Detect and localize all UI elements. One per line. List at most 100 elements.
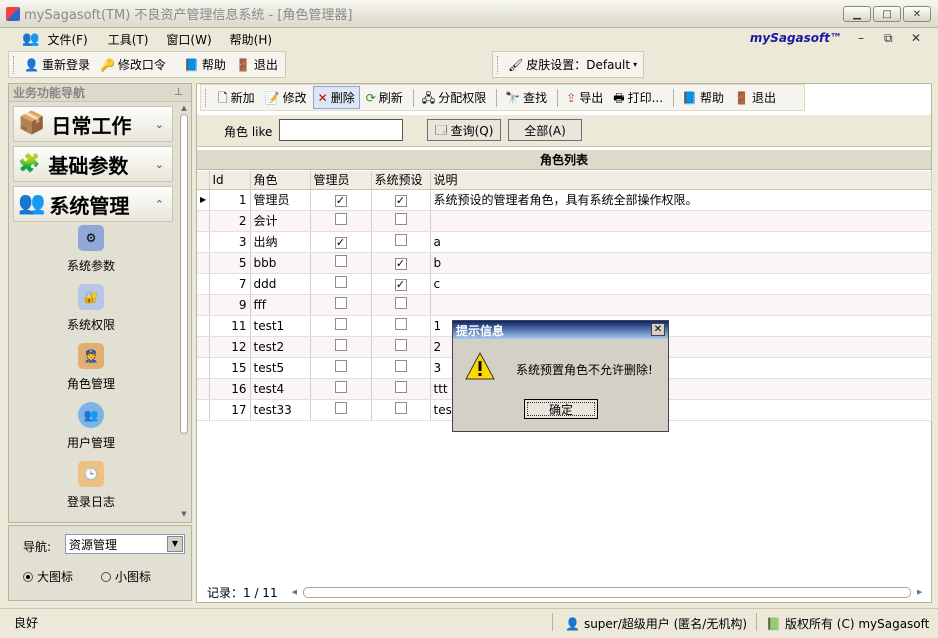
sidebar-item-role-manage[interactable]: 👮 角色管理 <box>9 335 173 394</box>
row-selector[interactable] <box>197 252 210 274</box>
cell-desc[interactable] <box>430 294 932 316</box>
cell-id[interactable]: 17 <box>209 399 251 421</box>
checkbox-unchecked-icon[interactable] <box>394 318 407 330</box>
menu-window[interactable]: 窗口(W) <box>166 31 211 48</box>
scroll-right-icon[interactable]: ▶ <box>917 588 922 596</box>
radio-small-icons[interactable]: 小图标 <box>101 568 151 585</box>
cell-id[interactable]: 12 <box>209 336 251 358</box>
cell-preset[interactable] <box>371 357 431 379</box>
table-row[interactable]: ▶ 1 管理员 ✓ ✓ 系统预设的管理者角色，具有系统全部操作权限。 <box>197 189 932 211</box>
column-header-preset[interactable]: 系统预设 <box>371 171 431 190</box>
cell-id[interactable]: 9 <box>209 294 251 316</box>
cell-preset[interactable]: ✓ <box>371 189 431 211</box>
relogin-button[interactable]: 👤 重新登录 <box>20 54 94 75</box>
cell-admin[interactable] <box>310 273 372 295</box>
minimize-button[interactable]: ▁ <box>843 6 871 22</box>
row-selector[interactable] <box>197 231 210 253</box>
cell-preset[interactable] <box>371 378 431 400</box>
print-button[interactable]: 🖶 打印... <box>609 87 667 108</box>
row-selector[interactable] <box>197 378 210 400</box>
checkbox-unchecked-icon[interactable] <box>334 381 347 393</box>
table-row[interactable]: 9 fff <box>197 294 932 316</box>
cell-desc[interactable]: a <box>430 231 932 253</box>
cell-id[interactable]: 7 <box>209 273 251 295</box>
checkbox-unchecked-icon[interactable] <box>334 276 347 288</box>
row-selector[interactable] <box>197 315 210 337</box>
sidebar-item-user-manage[interactable]: 👥 用户管理 <box>9 394 173 453</box>
cell-role[interactable]: test33 <box>250 399 311 421</box>
group-base-params[interactable]: 🧩 基础参数 ⌄ <box>13 146 173 182</box>
row-selector[interactable] <box>197 273 210 295</box>
cell-desc[interactable]: b <box>430 252 932 274</box>
radio-large-icons[interactable]: 大图标 <box>23 568 73 585</box>
mdi-minimize-button[interactable]: – <box>858 31 864 45</box>
cell-admin[interactable] <box>310 336 372 358</box>
cell-preset[interactable] <box>371 294 431 316</box>
checkbox-unchecked-icon[interactable] <box>334 213 347 225</box>
cell-role[interactable]: bbb <box>250 252 311 274</box>
column-header-role[interactable]: 角色 <box>250 171 311 190</box>
checkbox-unchecked-icon[interactable] <box>394 234 407 246</box>
mdi-close-button[interactable]: ✕ <box>911 31 921 45</box>
cell-admin[interactable] <box>310 399 372 421</box>
checkbox-unchecked-icon[interactable] <box>394 297 407 309</box>
cell-admin[interactable] <box>310 210 372 232</box>
cell-admin[interactable] <box>310 252 372 274</box>
refresh-button[interactable]: ⟳ 刷新 <box>362 87 407 108</box>
close-button[interactable]: ✕ <box>903 6 931 22</box>
sidebar-item-system-params[interactable]: ⚙ 系统参数 <box>9 222 173 276</box>
cell-id[interactable]: 5 <box>209 252 251 274</box>
edit-button[interactable]: 📝 修改 <box>261 87 311 108</box>
cell-preset[interactable] <box>371 231 431 253</box>
cell-desc[interactable] <box>430 210 932 232</box>
row-selector[interactable]: ▶ <box>197 189 210 211</box>
checkbox-unchecked-icon[interactable] <box>334 255 347 267</box>
checkbox-unchecked-icon[interactable] <box>334 318 347 330</box>
menu-file[interactable]: 文件(F) <box>47 31 87 48</box>
skin-dropdown[interactable]: 🖌 皮肤设置：Default ▾ <box>504 54 641 75</box>
cell-admin[interactable]: ✓ <box>310 189 372 211</box>
checkbox-checked-icon[interactable]: ✓ <box>394 278 407 291</box>
table-row[interactable]: 5 bbb ✓ b <box>197 252 932 274</box>
help-button[interactable]: 📘 帮助 <box>180 54 230 75</box>
cell-preset[interactable] <box>371 210 431 232</box>
cell-preset[interactable]: ✓ <box>371 273 431 295</box>
checkbox-unchecked-icon[interactable] <box>394 402 407 414</box>
scroll-left-icon[interactable]: ◀ <box>292 588 297 596</box>
cell-preset[interactable] <box>371 315 431 337</box>
delete-button[interactable]: ✕ 删除 <box>312 86 360 109</box>
checkbox-unchecked-icon[interactable] <box>394 339 407 351</box>
row-selector[interactable] <box>197 294 210 316</box>
cell-role[interactable]: test2 <box>250 336 311 358</box>
assign-rights-button[interactable]: 🖧 分配权限 <box>418 87 490 108</box>
maximize-button[interactable]: □ <box>873 6 901 22</box>
table-row[interactable]: 3 出纳 ✓ a <box>197 231 932 253</box>
cell-role[interactable]: 会计 <box>250 210 311 232</box>
checkbox-checked-icon[interactable]: ✓ <box>334 194 347 207</box>
exit2-button[interactable]: 🚪 退出 <box>730 87 780 108</box>
checkbox-unchecked-icon[interactable] <box>394 213 407 225</box>
checkbox-checked-icon[interactable]: ✓ <box>334 236 347 249</box>
checkbox-checked-icon[interactable]: ✓ <box>394 194 407 207</box>
help2-button[interactable]: 📘 帮助 <box>678 87 728 108</box>
role-search-input[interactable] <box>279 119 403 141</box>
cell-admin[interactable] <box>310 294 372 316</box>
dialog-ok-button[interactable]: 确定 <box>524 399 598 419</box>
dropdown-arrow-icon[interactable]: ▼ <box>167 536 183 552</box>
cell-id[interactable]: 3 <box>209 231 251 253</box>
pin-icon[interactable]: ⊥ <box>174 87 183 98</box>
dialog-close-button[interactable]: ✕ <box>651 323 665 336</box>
table-row[interactable]: 2 会计 <box>197 210 932 232</box>
cell-preset[interactable] <box>371 399 431 421</box>
row-selector[interactable] <box>197 336 210 358</box>
find-button[interactable]: 🔭 查找 <box>501 87 551 108</box>
query-button[interactable]: 🗔 查询(Q) <box>427 119 501 141</box>
all-button[interactable]: 全部(A) <box>508 119 582 141</box>
cell-role[interactable]: test1 <box>250 315 311 337</box>
cell-role[interactable]: ddd <box>250 273 311 295</box>
cell-admin[interactable] <box>310 357 372 379</box>
checkbox-unchecked-icon[interactable] <box>394 381 407 393</box>
checkbox-unchecked-icon[interactable] <box>334 297 347 309</box>
row-selector[interactable] <box>197 357 210 379</box>
exit-button[interactable]: 🚪 退出 <box>232 54 282 75</box>
